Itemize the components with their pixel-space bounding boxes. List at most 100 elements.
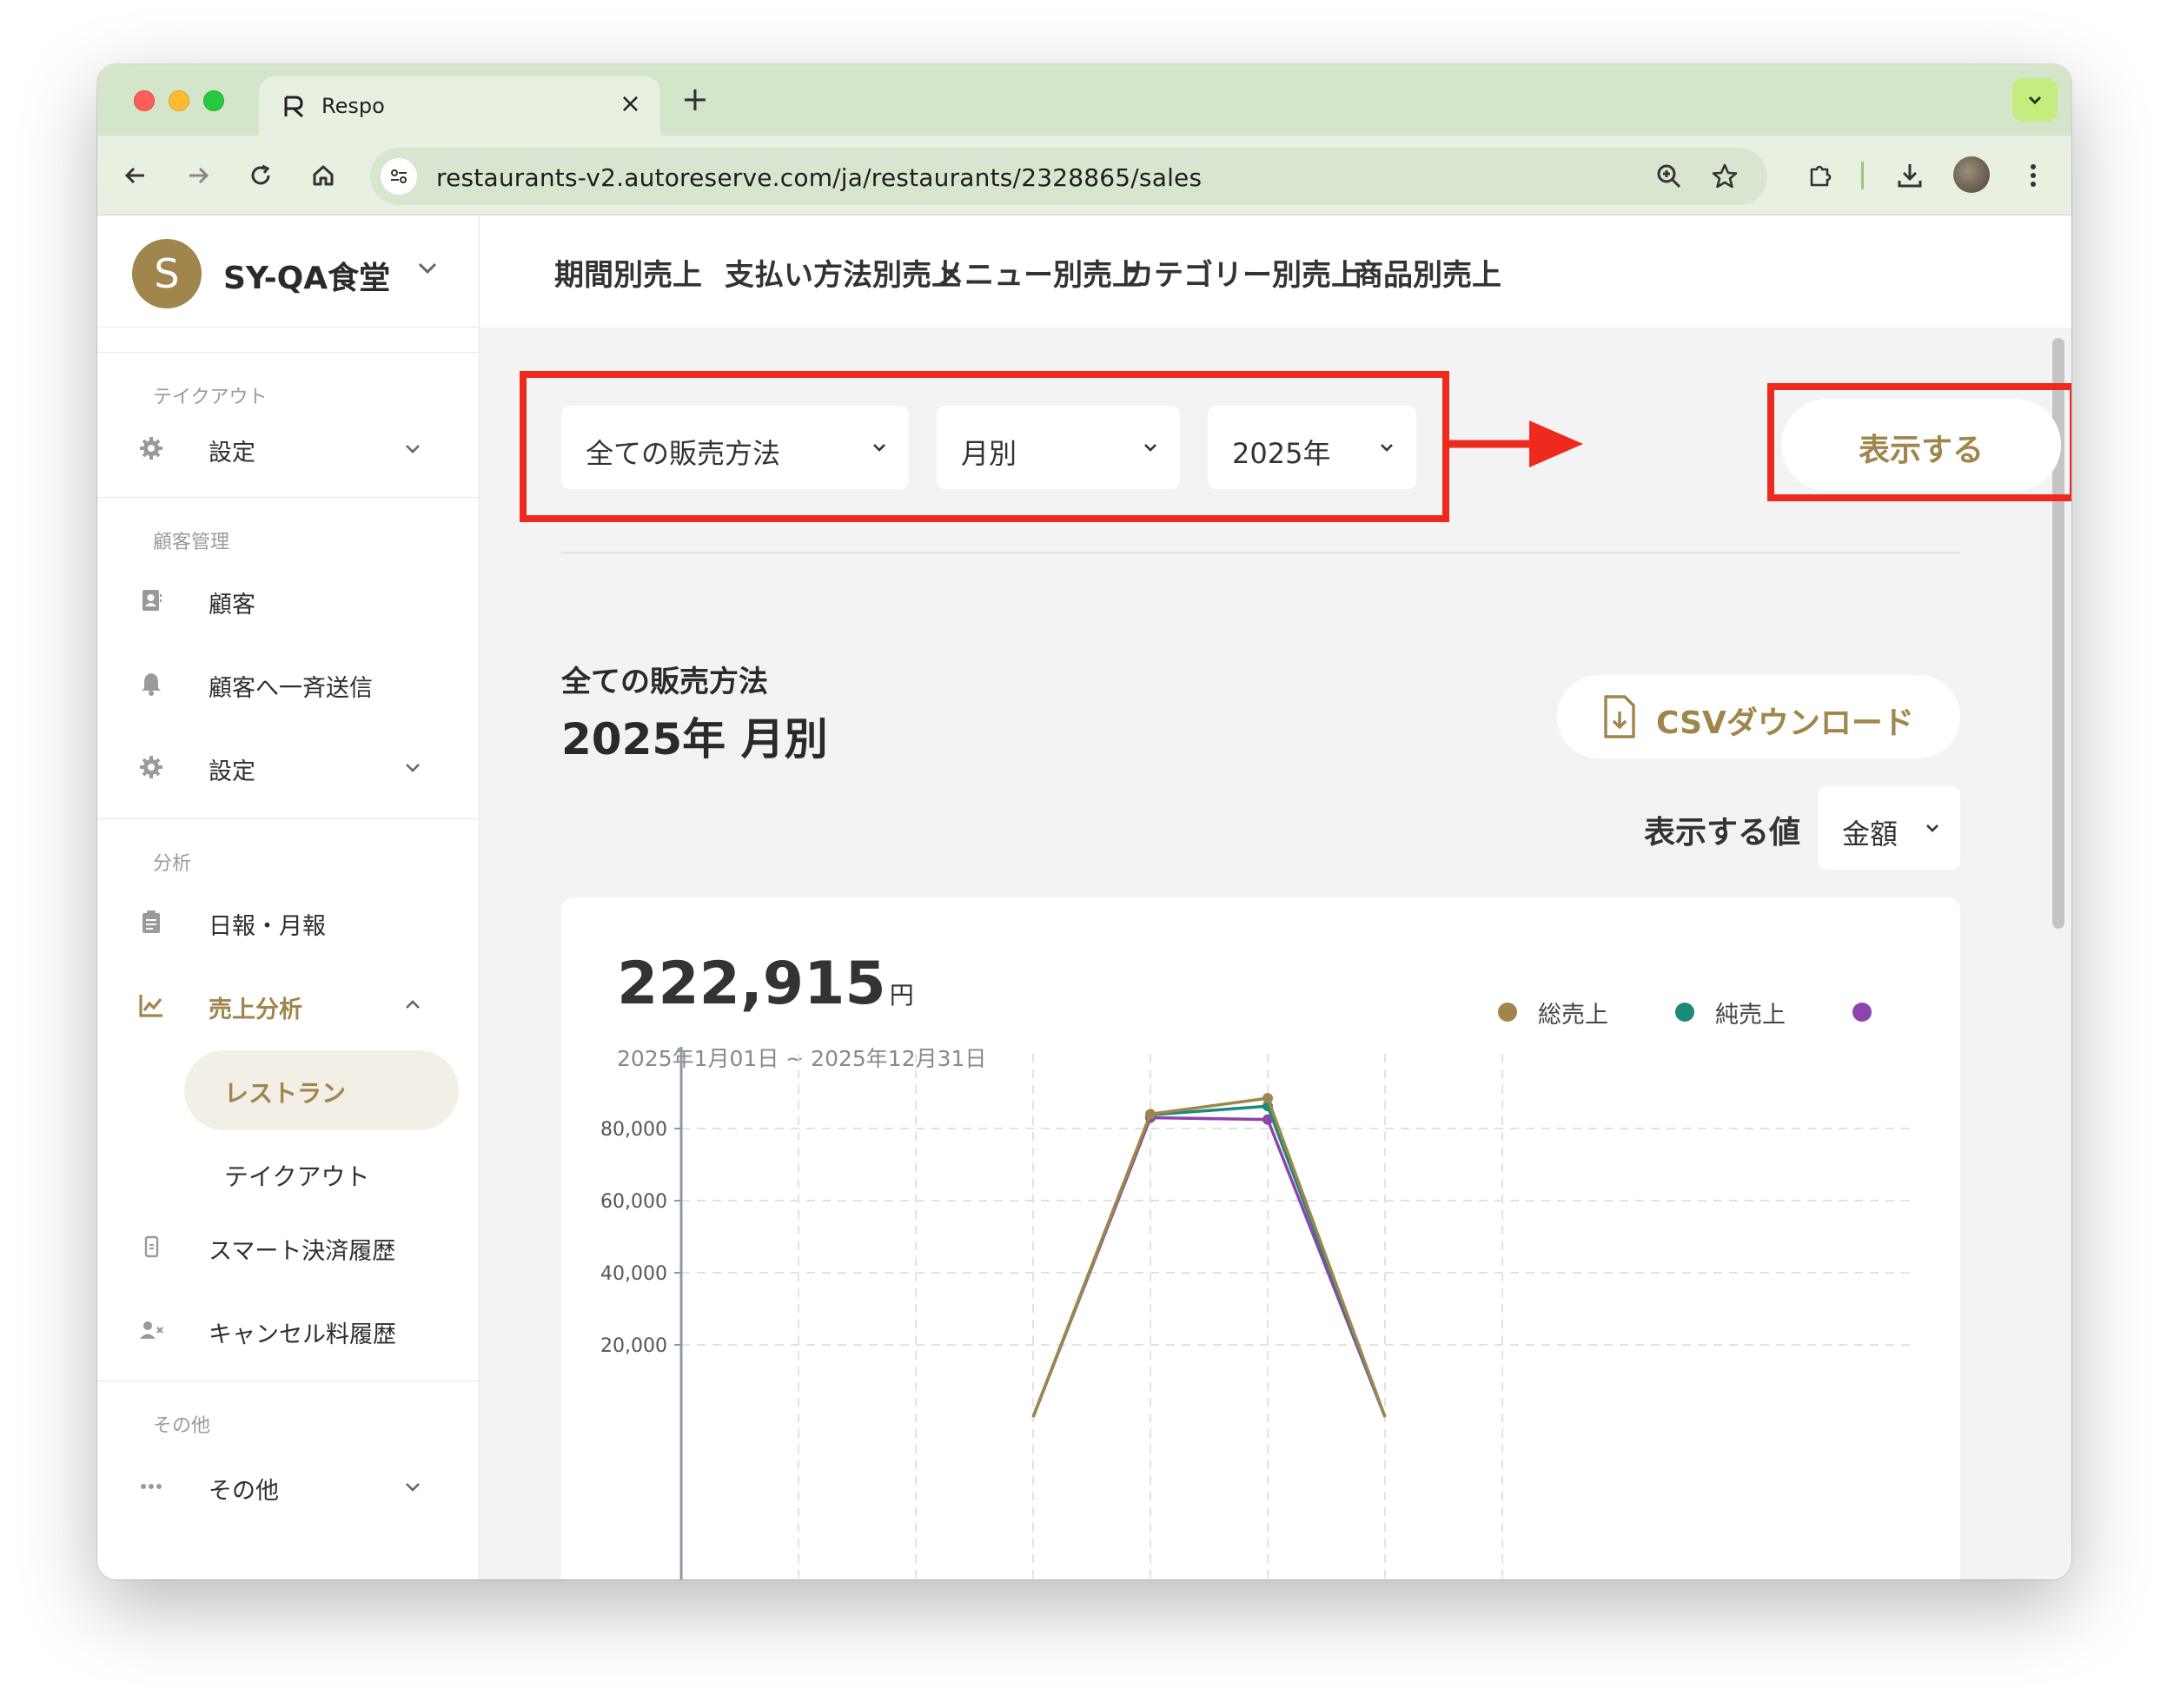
tab-menu-sales[interactable]: メニュー別売上 <box>935 251 1142 294</box>
sidebar-item-cancel-fee[interactable]: キャンセル料履歴 <box>97 1301 480 1359</box>
series-line-3 <box>1031 1115 1387 1418</box>
selected-period-label: 2025年 月別 <box>561 714 828 765</box>
home-icon <box>313 165 334 186</box>
chevron-down-icon <box>2028 96 2042 105</box>
chevron-down-icon <box>418 262 437 275</box>
sidebar-divider <box>97 818 480 819</box>
more-horizontal-icon <box>137 1473 165 1500</box>
bell-icon <box>137 670 165 698</box>
show-button[interactable]: 表示する <box>1781 399 2061 491</box>
user-remove-icon <box>137 1316 165 1344</box>
y-tick-label: 60,000 <box>600 1191 667 1213</box>
restaurant-avatar: S <box>132 239 202 308</box>
maximize-window-button[interactable] <box>203 90 224 111</box>
tab-search-button[interactable] <box>2012 78 2058 122</box>
downloads-button[interactable] <box>1891 156 1929 195</box>
show-button-label: 表示する <box>1858 433 1984 468</box>
chevron-down-icon <box>873 444 885 452</box>
sidebar-item-customers[interactable]: 顧客 <box>97 572 480 629</box>
value-type-select[interactable]: 金額 <box>1818 786 1960 870</box>
extensions-button[interactable] <box>1802 156 1840 195</box>
toolbar-divider <box>1861 162 1864 189</box>
sidebar-item-customer-settings[interactable]: 設定 <box>97 738 480 796</box>
csv-download-button[interactable]: CSVダウンロード <box>1557 675 1960 758</box>
chevron-down-icon <box>1926 824 1938 832</box>
close-window-button[interactable] <box>134 90 155 111</box>
restaurant-switcher[interactable]: S SY-QA食堂 <box>97 216 480 328</box>
section-takeout: テイクアウト <box>153 387 268 408</box>
sales-chart-card: 222,915 円 2025年1月01日 ~ 2025年12月31日 総売上 純売… <box>561 897 1960 1579</box>
sales-line-chart: 80,000 60,000 40,000 20,000 <box>600 1047 1917 1579</box>
minimize-window-button[interactable] <box>169 90 189 111</box>
url-text[interactable]: restaurants-v2.autoreserve.com/ja/restau… <box>436 163 1202 192</box>
section-customers: 顧客管理 <box>153 532 230 553</box>
browser-toolbar: restaurants-v2.autoreserve.com/ja/restau… <box>97 136 2071 215</box>
new-tab-icon[interactable]: + <box>681 80 709 118</box>
chevron-down-icon <box>1381 444 1393 452</box>
tab-product-sales[interactable]: 商品別売上 <box>1354 251 1501 294</box>
value-type-label: 表示する値 <box>1644 815 1801 851</box>
year-select[interactable]: 2025年 <box>1208 406 1416 489</box>
back-arrow-icon <box>124 167 144 184</box>
tab-title: Respo <box>321 94 385 118</box>
site-settings-icon[interactable] <box>381 158 417 195</box>
sidebar-item-smart-payment[interactable]: スマート決済履歴 <box>97 1218 480 1275</box>
report-tabs: 期間別売上 支払い方法別売上 メニュー別売上 カテゴリー別売上 商品別売上 <box>480 216 2071 328</box>
year-value: 2025年 <box>1232 437 1331 470</box>
sidebar-item-reports[interactable]: 日報・月報 <box>97 893 480 950</box>
chevron-up-icon <box>406 1000 420 1009</box>
reload-button[interactable] <box>242 156 280 195</box>
sidebar-subitem-label: レストラン <box>224 1079 347 1108</box>
browser-window: Respo × + restaurants-v2.autoreserve.com… <box>97 64 2071 1579</box>
chevron-down-icon <box>1144 444 1156 452</box>
tab-payment-sales[interactable]: 支払い方法別売上 <box>725 251 961 294</box>
sidebar-subitem-takeout[interactable]: テイクアウト <box>184 1134 459 1214</box>
contact-card-icon <box>137 586 165 614</box>
browser-menu-button[interactable] <box>2014 156 2052 195</box>
address-bar[interactable]: restaurants-v2.autoreserve.com/ja/restau… <box>370 148 1767 205</box>
chevron-down-icon <box>406 1483 420 1492</box>
gear-icon <box>137 434 165 462</box>
sidebar-item-sales-analysis[interactable]: 売上分析 <box>97 976 480 1034</box>
granularity-value: 月別 <box>961 437 1017 470</box>
sidebar-item-label: 設定 <box>209 758 255 785</box>
bookmark-star-icon[interactable] <box>1710 162 1740 191</box>
csv-download-label: CSVダウンロード <box>1656 705 1914 741</box>
forward-button[interactable] <box>179 156 217 195</box>
sidebar-item-takeout-settings[interactable]: 設定 <box>97 420 480 477</box>
download-icon <box>1898 164 1922 188</box>
chevron-down-icon <box>406 445 420 453</box>
restaurant-name: SY-QA食堂 <box>223 261 391 296</box>
close-tab-icon[interactable]: × <box>620 89 641 119</box>
sidebar-item-label: 日報・月報 <box>209 913 326 940</box>
value-type-value: 金額 <box>1842 818 1899 851</box>
annotation-arrow <box>1449 420 1583 467</box>
series-line-2 <box>1031 1104 1387 1418</box>
sidebar-item-label: スマート決済履歴 <box>209 1238 396 1265</box>
sidebar-divider <box>97 1380 480 1381</box>
sidebar-subitem-restaurant[interactable]: レストラン <box>184 1050 459 1130</box>
tab-strip: Respo × + <box>97 64 2071 136</box>
sales-method-select[interactable]: 全ての販売方法 <box>561 406 909 489</box>
section-other: その他 <box>153 1415 211 1437</box>
series-line-1 <box>1031 1096 1387 1418</box>
sidebar-item-broadcast[interactable]: 顧客へ一斉送信 <box>97 655 480 712</box>
sidebar-item-other[interactable]: その他 <box>97 1458 480 1515</box>
y-tick-label: 40,000 <box>600 1263 667 1285</box>
sidebar-divider <box>97 352 480 353</box>
gear-icon <box>137 753 165 781</box>
profile-avatar[interactable] <box>1953 156 1990 193</box>
home-button[interactable] <box>304 156 342 195</box>
browser-tab[interactable]: Respo × <box>259 76 660 136</box>
back-button[interactable] <box>116 156 155 195</box>
sidebar-item-label: 売上分析 <box>209 996 302 1023</box>
reload-icon <box>251 164 270 185</box>
y-tick-label: 20,000 <box>600 1335 667 1357</box>
granularity-select[interactable]: 月別 <box>937 406 1180 489</box>
section-analysis: 分析 <box>153 853 192 875</box>
file-download-icon <box>1604 695 1635 738</box>
tab-period-sales[interactable]: 期間別売上 <box>554 251 702 294</box>
zoom-icon[interactable] <box>1654 162 1684 191</box>
tab-category-sales[interactable]: カテゴリー別売上 <box>1124 251 1361 294</box>
respo-logo-icon <box>284 96 304 118</box>
